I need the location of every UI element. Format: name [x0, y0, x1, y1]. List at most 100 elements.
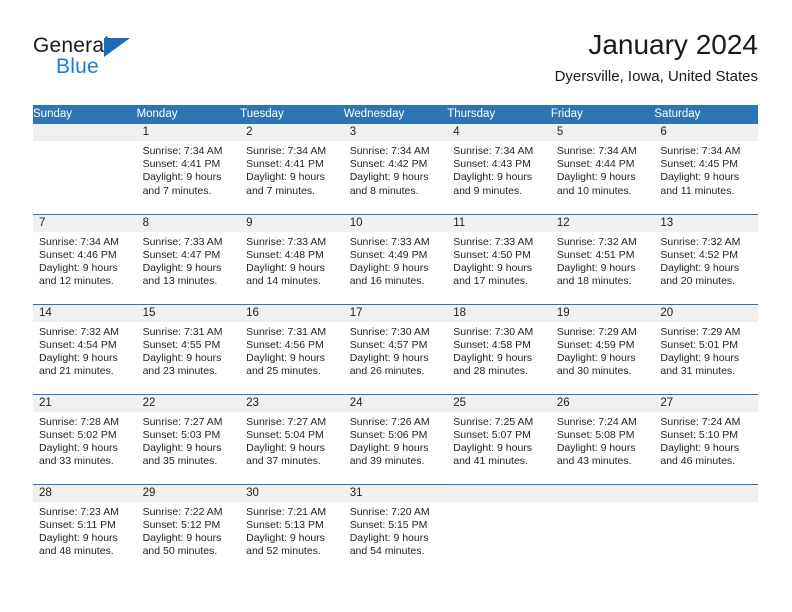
calendar-day-cell[interactable]: 14 Sunrise: 7:32 AM Sunset: 4:54 PM Dayligh… [33, 303, 137, 394]
day-details: Sunrise: 7:28 AM Sunset: 5:02 PM Daylight:… [33, 412, 137, 469]
sunset-time: Sunset: 4:56 PM [246, 338, 324, 351]
calendar-day-cell[interactable]: 22 Sunrise: 7:27 AM Sunset: 5:03 PM Dayligh… [136, 393, 241, 484]
daylight-duration-line1: Daylight: 9 hours [453, 171, 533, 184]
daylight-duration-line2: and 10 minutes. [556, 184, 632, 197]
day-cell-inner: 28 Sunrise: 7:23 AM Sunset: 5:11 PM Dayligh… [33, 484, 137, 575]
calendar-day-cell[interactable]: 12 Sunrise: 7:32 AM Sunset: 4:51 PM Dayligh… [550, 213, 655, 304]
daylight-duration-line2: and 41 minutes. [453, 455, 528, 468]
calendar-day-cell[interactable]: 17 Sunrise: 7:30 AM Sunset: 4:57 PM Dayligh… [343, 303, 448, 394]
day-details [33, 141, 137, 145]
day-number: 16 [240, 304, 344, 322]
calendar-day-cell[interactable]: 28 Sunrise: 7:23 AM Sunset: 5:11 PM Dayligh… [33, 483, 137, 575]
calendar-day-cell[interactable]: 6 Sunrise: 7:34 AM Sunset: 4:45 PM Daylight… [654, 124, 758, 214]
day-number [33, 124, 137, 141]
sunset-time: Sunset: 5:12 PM [142, 518, 221, 531]
day-number: 24 [343, 394, 448, 412]
daylight-duration-line2: and 14 minutes. [246, 275, 321, 288]
daylight-duration-line1: Daylight: 9 hours [39, 351, 118, 364]
day-cell-inner: 15 Sunrise: 7:31 AM Sunset: 4:55 PM Dayligh… [136, 304, 241, 394]
calendar-day-cell[interactable]: 19 Sunrise: 7:29 AM Sunset: 4:59 PM Dayligh… [550, 303, 655, 394]
sunset-time: Sunset: 4:50 PM [453, 248, 531, 261]
day-number: 28 [33, 484, 137, 502]
calendar-day-cell[interactable]: 8 Sunrise: 7:33 AM Sunset: 4:47 PM Daylight… [136, 213, 241, 304]
day-details: Sunrise: 7:24 AM Sunset: 5:10 PM Daylight:… [654, 412, 758, 469]
day-details: Sunrise: 7:34 AM Sunset: 4:46 PM Daylight:… [33, 232, 137, 289]
daylight-duration-line2: and 30 minutes. [556, 365, 632, 378]
calendar-day-cell[interactable]: 23 Sunrise: 7:27 AM Sunset: 5:04 PM Dayligh… [240, 393, 344, 484]
calendar-day-cell[interactable]: 29 Sunrise: 7:22 AM Sunset: 5:12 PM Dayligh… [136, 483, 241, 574]
calendar-day-cell[interactable]: 11 Sunrise: 7:33 AM Sunset: 4:50 PM Dayligh… [447, 213, 551, 304]
calendar-day-cell[interactable]: 1 Sunrise: 7:34 AM Sunset: 4:41 PM Daylight… [136, 124, 241, 214]
day-cell-inner [33, 124, 137, 214]
day-number: 7 [33, 214, 137, 232]
day-number: 6 [654, 124, 758, 141]
day-number: 26 [550, 394, 655, 412]
daylight-duration-line1: Daylight: 9 hours [660, 261, 740, 274]
calendar-day-cell[interactable]: 24 Sunrise: 7:26 AM Sunset: 5:06 PM Dayligh… [343, 393, 448, 484]
daylight-duration-line2: and 16 minutes. [349, 275, 425, 288]
calendar-day-cell[interactable]: 16 Sunrise: 7:31 AM Sunset: 4:56 PM Dayligh… [240, 303, 344, 394]
calendar-day-cell[interactable]: 4 Sunrise: 7:34 AM Sunset: 4:43 PM Daylight… [447, 124, 551, 214]
sunset-time: Sunset: 4:41 PM [142, 158, 221, 171]
daylight-duration-line2: and 8 minutes. [349, 184, 419, 197]
calendar-day-cell[interactable]: 26 Sunrise: 7:24 AM Sunset: 5:08 PM Dayligh… [550, 393, 655, 484]
calendar-day-cell[interactable]: 20 Sunrise: 7:29 AM Sunset: 5:01 PM Dayligh… [654, 303, 758, 394]
weekday-header-friday: Friday [550, 105, 655, 124]
daylight-duration-line2: and 26 minutes. [349, 365, 425, 378]
day-details: Sunrise: 7:33 AM Sunset: 4:50 PM Daylight:… [447, 232, 551, 289]
calendar-day-cell[interactable]: 2 Sunrise: 7:34 AM Sunset: 4:41 PM Daylight… [240, 124, 344, 214]
calendar-day-cell[interactable]: 18 Sunrise: 7:30 AM Sunset: 4:58 PM Dayligh… [447, 303, 551, 394]
sunrise-time: Sunrise: 7:29 AM [660, 325, 741, 338]
day-details: Sunrise: 7:24 AM Sunset: 5:08 PM Daylight:… [551, 412, 655, 469]
calendar-day-cell[interactable]: 15 Sunrise: 7:31 AM Sunset: 4:55 PM Dayligh… [136, 303, 241, 394]
daylight-duration-line2: and 54 minutes. [349, 545, 425, 558]
day-cell-inner: 2 Sunrise: 7:34 AM Sunset: 4:41 PM Daylight… [240, 124, 344, 214]
calendar-day-cell[interactable]: 9 Sunrise: 7:33 AM Sunset: 4:48 PM Daylight… [240, 213, 344, 304]
calendar-day-cell[interactable]: 3 Sunrise: 7:34 AM Sunset: 4:42 PM Daylight… [343, 124, 448, 214]
calendar-grid: Sunday Monday Tuesday Wednesday Thursday… [33, 105, 758, 574]
daylight-duration-line2: and 21 minutes. [39, 365, 114, 378]
sunset-time: Sunset: 5:11 PM [39, 518, 116, 531]
day-details: Sunrise: 7:30 AM Sunset: 4:58 PM Daylight:… [447, 322, 551, 379]
sunrise-time: Sunrise: 7:33 AM [246, 235, 327, 248]
day-details: Sunrise: 7:33 AM Sunset: 4:49 PM Daylight:… [344, 232, 448, 289]
sunset-time: Sunset: 5:02 PM [39, 428, 117, 441]
calendar-day-cell[interactable]: 21 Sunrise: 7:28 AM Sunset: 5:02 PM Dayligh… [33, 393, 137, 484]
day-number: 2 [240, 124, 344, 141]
day-number: 31 [343, 484, 448, 502]
sunrise-time: Sunrise: 7:30 AM [453, 325, 534, 338]
sunset-time: Sunset: 4:45 PM [660, 158, 739, 171]
day-cell-inner: 22 Sunrise: 7:27 AM Sunset: 5:03 PM Dayligh… [136, 394, 241, 484]
day-cell-inner: 30 Sunrise: 7:21 AM Sunset: 5:13 PM Dayligh… [240, 484, 344, 575]
day-cell-inner: 25 Sunrise: 7:25 AM Sunset: 5:07 PM Dayligh… [447, 394, 551, 484]
calendar-day-cell[interactable]: 7 Sunrise: 7:34 AM Sunset: 4:46 PM Daylight… [33, 213, 137, 304]
day-number [654, 484, 758, 502]
calendar-day-cell[interactable]: 5 Sunrise: 7:34 AM Sunset: 4:44 PM Daylight… [550, 124, 655, 214]
calendar-day-cell[interactable]: 25 Sunrise: 7:25 AM Sunset: 5:07 PM Dayligh… [447, 393, 551, 484]
weekday-header-sunday: Sunday [33, 105, 137, 124]
calendar-day-cell-empty [33, 124, 137, 214]
calendar-day-cell[interactable]: 10 Sunrise: 7:33 AM Sunset: 4:49 PM Dayligh… [343, 213, 448, 304]
sunset-time: Sunset: 4:51 PM [556, 248, 635, 261]
calendar-day-cell[interactable]: 27 Sunrise: 7:24 AM Sunset: 5:10 PM Dayligh… [654, 393, 758, 484]
day-details: Sunrise: 7:29 AM Sunset: 4:59 PM Daylight:… [551, 322, 655, 379]
day-details [654, 502, 758, 506]
day-number: 14 [33, 304, 137, 322]
daylight-duration-line1: Daylight: 9 hours [349, 531, 429, 544]
sunset-time: Sunset: 4:44 PM [556, 158, 635, 171]
day-details: Sunrise: 7:31 AM Sunset: 4:55 PM Daylight:… [137, 322, 241, 379]
calendar-day-cell-empty [447, 483, 551, 574]
day-cell-inner: 9 Sunrise: 7:33 AM Sunset: 4:48 PM Daylight… [240, 214, 344, 304]
daylight-duration-line1: Daylight: 9 hours [556, 171, 636, 184]
calendar-day-cell[interactable]: 31 Sunrise: 7:20 AM Sunset: 5:15 PM Dayligh… [343, 483, 448, 574]
daylight-duration-line1: Daylight: 9 hours [453, 441, 533, 454]
calendar-day-cell[interactable]: 13 Sunrise: 7:32 AM Sunset: 4:52 PM Dayligh… [654, 213, 758, 304]
general-blue-logo[interactable]: General Blue [33, 34, 213, 90]
day-details: Sunrise: 7:34 AM Sunset: 4:41 PM Daylight:… [137, 141, 241, 198]
weekday-header-monday: Monday [136, 105, 241, 124]
sunrise-time: Sunrise: 7:31 AM [246, 325, 327, 338]
day-details: Sunrise: 7:23 AM Sunset: 5:11 PM Daylight:… [33, 502, 137, 559]
daylight-duration-line2: and 31 minutes. [660, 365, 736, 378]
calendar-day-cell[interactable]: 30 Sunrise: 7:21 AM Sunset: 5:13 PM Dayligh… [240, 483, 344, 575]
daylight-duration-line2: and 20 minutes. [660, 275, 736, 288]
